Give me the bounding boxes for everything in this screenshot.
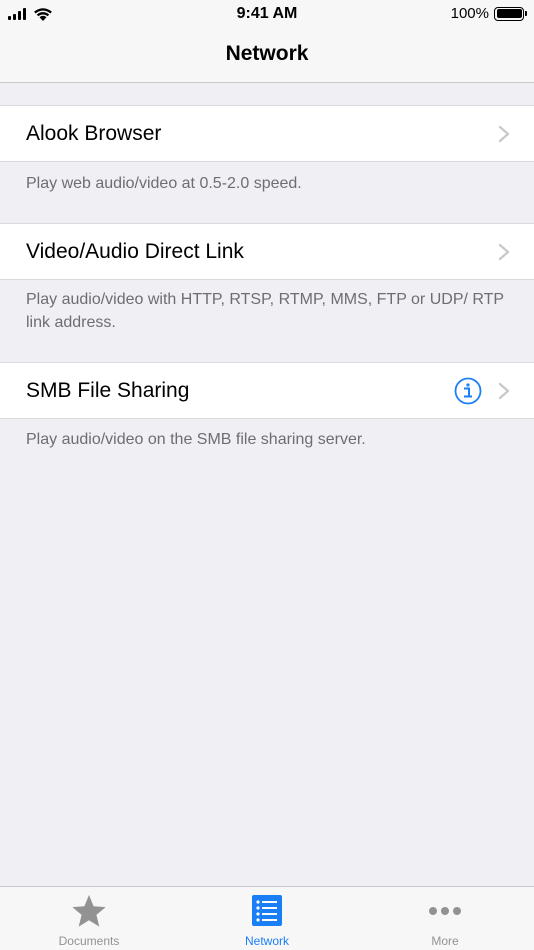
alook-browser-label: Alook Browser	[26, 122, 162, 145]
battery-percentage: 100%	[450, 5, 489, 22]
status-right: 100%	[450, 5, 527, 22]
tab-more-label: More	[431, 934, 459, 948]
list-icon	[252, 895, 282, 926]
page-title: Network	[225, 42, 309, 65]
tab-network[interactable]: Network	[178, 887, 356, 950]
info-icon[interactable]	[454, 377, 482, 405]
direct-link-footer: Play audio/video with HTTP, RTSP, RTMP, …	[26, 291, 504, 331]
direct-link-row[interactable]: Video/Audio Direct Link	[0, 223, 534, 280]
smb-file-sharing-footer: Play audio/video on the SMB file sharing…	[26, 431, 366, 448]
tab-network-label: Network	[244, 934, 289, 948]
direct-link-label: Video/Audio Direct Link	[26, 240, 244, 263]
alook-browser-row[interactable]: Alook Browser	[0, 105, 534, 162]
chevron-right-icon	[498, 243, 510, 261]
tab-documents-label: Documents	[58, 934, 120, 948]
navigation-bar: Network	[0, 28, 534, 83]
smb-file-sharing-row[interactable]: SMB File Sharing	[0, 362, 534, 419]
status-bar: 9:41 AM 100%	[0, 0, 534, 28]
alook-browser-footer: Play web audio/video at 0.5-2.0 speed.	[26, 175, 302, 192]
tab-documents[interactable]: Documents	[0, 887, 178, 950]
tab-more[interactable]: More	[356, 887, 534, 950]
battery-icon	[494, 6, 527, 21]
network-screen: 9:41 AM 100% Network Alook Browser Play …	[0, 0, 534, 950]
smb-file-sharing-label: SMB File Sharing	[26, 379, 190, 402]
tab-bar: Documents Network More	[0, 886, 534, 950]
chevron-right-icon	[498, 125, 510, 143]
star-icon	[72, 895, 106, 927]
chevron-right-icon	[498, 382, 510, 400]
more-dots-icon	[429, 907, 461, 915]
